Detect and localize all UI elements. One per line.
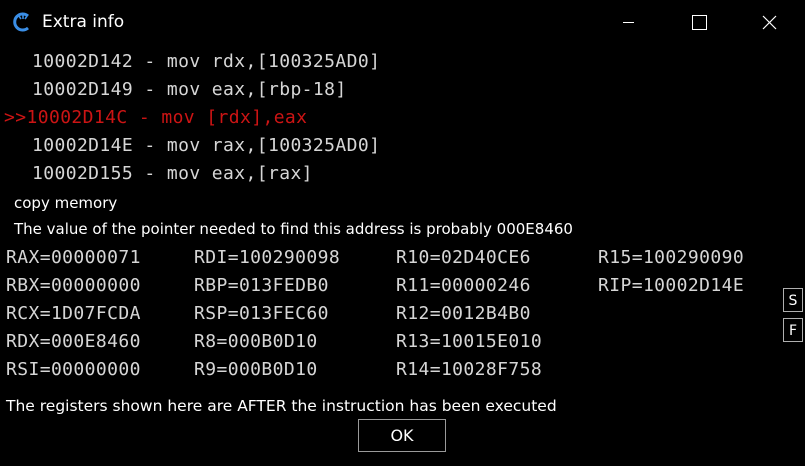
- register-value: R13=10015E010: [396, 331, 543, 352]
- minimize-button[interactable]: [605, 0, 651, 45]
- disasm-line: 10002D142 - mov rdx,[100325AD0]: [32, 51, 381, 72]
- close-icon: [762, 15, 777, 30]
- maximize-icon: [692, 15, 707, 30]
- operation-label: copy memory: [14, 194, 118, 212]
- register-value: RIP=10002D14E: [598, 275, 745, 296]
- maximize-button[interactable]: [675, 0, 721, 45]
- close-button[interactable]: [745, 0, 791, 45]
- register-value: R14=10028F758: [396, 359, 543, 380]
- ok-button[interactable]: OK: [358, 419, 446, 452]
- register-value: R12=0012B4B0: [396, 303, 531, 324]
- register-value: R9=000B0D10: [194, 359, 318, 380]
- registers-note: The registers shown here are AFTER the i…: [6, 397, 557, 415]
- fpu-button[interactable]: F: [783, 318, 803, 342]
- stack-button[interactable]: S: [783, 288, 803, 312]
- cheat-engine-icon: [12, 11, 34, 33]
- register-value: R10=02D40CE6: [396, 247, 531, 268]
- register-value: RSP=013FEC60: [194, 303, 329, 324]
- pointer-note: The value of the pointer needed to find …: [14, 220, 573, 238]
- register-value: RDI=100290098: [194, 247, 341, 268]
- minimize-icon: [623, 22, 634, 23]
- disasm-line: 10002D155 - mov eax,[rax]: [32, 163, 313, 184]
- window-title: Extra info: [42, 12, 125, 32]
- register-value: RCX=1D07FCDA: [6, 303, 141, 324]
- title-bar[interactable]: Extra info: [0, 0, 805, 45]
- current-instruction: 10002D14C - mov [rdx],eax: [26, 107, 308, 128]
- register-value: RSI=00000000: [6, 359, 141, 380]
- register-value: RBX=00000000: [6, 275, 141, 296]
- disasm-line-current: >>10002D14C - mov [rdx],eax: [4, 106, 307, 130]
- disasm-line: 10002D149 - mov eax,[rbp-18]: [32, 79, 347, 100]
- register-value: RDX=000E8460: [6, 331, 141, 352]
- register-value: R15=100290090: [598, 247, 745, 268]
- register-value: RAX=00000071: [6, 247, 141, 268]
- register-value: R8=000B0D10: [194, 331, 318, 352]
- register-value: R11=00000246: [396, 275, 531, 296]
- register-value: RBP=013FEDB0: [194, 275, 329, 296]
- disasm-line: 10002D14E - mov rax,[100325AD0]: [32, 135, 381, 156]
- current-marker: >>: [4, 107, 27, 128]
